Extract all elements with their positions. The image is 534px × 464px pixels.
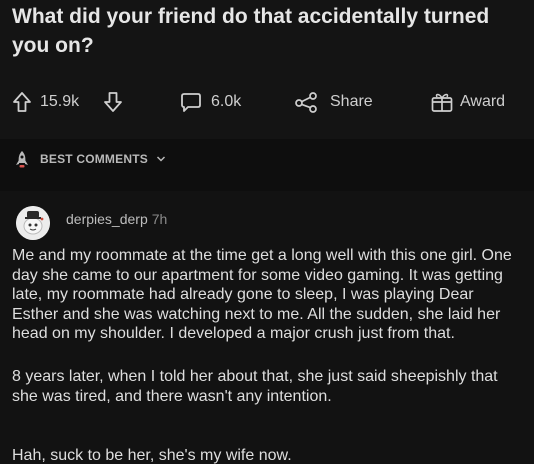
comment-timestamp: 7h [151,211,168,227]
award-label: Award [460,93,506,110]
comment-bubble-icon [181,93,201,112]
sort-dropdown[interactable]: BEST COMMENTS [12,148,166,170]
post-title: What did your friend do that accidentall… [12,5,490,57]
vote-count-label: 15.9k [40,93,80,110]
post-action-bar: 15.9k 6.0k Share Award [0,84,534,120]
downvote-button[interactable] [103,84,123,120]
user-avatar-icon [16,206,50,240]
share-button[interactable]: Share [294,84,373,120]
comment-paragraph: Hah, suck to be her, she's my wife now. [12,447,292,464]
rocket-icon [16,151,28,168]
gift-icon [431,93,453,112]
upvote-arrow-icon[interactable] [12,91,32,113]
upvote-button[interactable] [12,84,32,120]
share-icon [295,92,317,113]
comments-button[interactable]: 6.0k [180,84,241,120]
share-label: Share [330,93,373,110]
vote-count: 15.9k [40,84,79,120]
sort-label: BEST COMMENTS [40,152,148,166]
avatar[interactable] [16,206,50,240]
downvote-arrow-icon[interactable] [103,91,123,113]
comment-count-label: 6.0k [211,93,242,110]
comment-paragraph: 8 years later, when I told her about tha… [12,368,498,405]
award-button[interactable]: Award [430,84,505,120]
author-username[interactable]: derpies_derp [66,211,148,227]
comment-author[interactable]: derpies_derp 7h [66,211,167,227]
chevron-down-icon [156,156,165,162]
comment-paragraph: Me and my roommate at the time get a lon… [12,247,512,342]
